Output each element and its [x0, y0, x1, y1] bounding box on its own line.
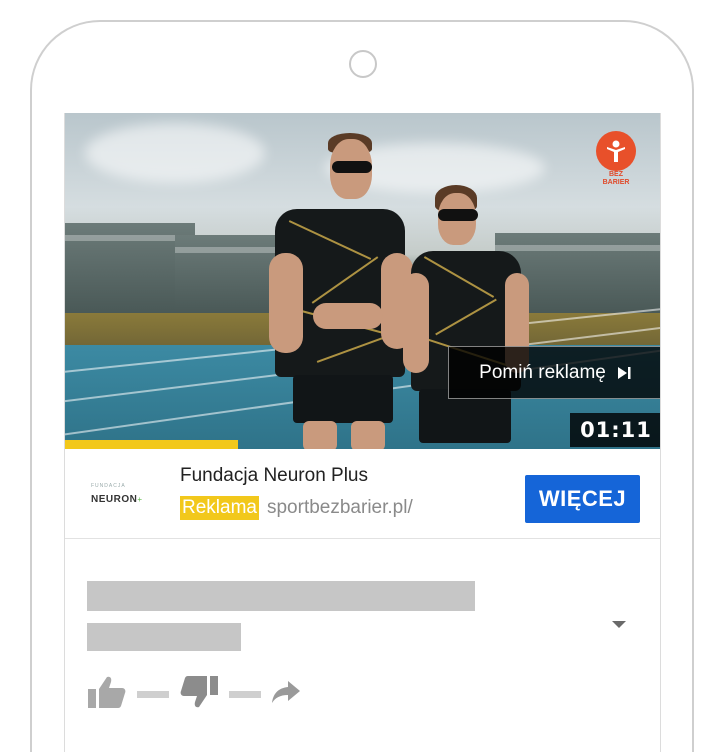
arm — [269, 253, 303, 353]
advertiser-logo-name: NEURON — [91, 494, 138, 505]
ad-badge: Reklama — [180, 496, 259, 520]
title-placeholder — [87, 581, 475, 611]
phone-screen: BEZ BARIER Pomiń reklamę 01:11 FUNDACJA … — [64, 113, 661, 752]
stadium-stand — [175, 235, 275, 313]
hands — [313, 303, 383, 329]
thumbs-down-icon[interactable] — [179, 675, 219, 714]
action-row — [87, 675, 301, 714]
chevron-down-icon[interactable] — [611, 617, 627, 635]
advertiser-name[interactable]: Fundacja Neuron Plus — [180, 465, 368, 487]
channel-logo: BEZ BARIER — [592, 131, 640, 195]
video-player[interactable]: BEZ BARIER Pomiń reklamę 01:11 — [65, 113, 660, 449]
ad-info-bar: FUNDACJA NEURON+ Fundacja Neuron Plus Re… — [65, 449, 660, 539]
skip-ad-label: Pomiń reklamę — [479, 361, 606, 383]
sunglasses — [438, 209, 478, 221]
skip-icon — [616, 365, 632, 381]
advertiser-logo-small: FUNDACJA — [91, 483, 126, 489]
like-count-placeholder — [137, 691, 169, 698]
dislike-count-placeholder — [229, 691, 261, 698]
shorts — [293, 375, 393, 423]
share-icon[interactable] — [271, 680, 301, 709]
arm — [403, 273, 429, 373]
person-logo-icon — [596, 131, 636, 171]
advertiser-logo[interactable]: FUNDACJA NEURON+ — [91, 483, 157, 507]
thumbs-up-icon[interactable] — [87, 675, 127, 714]
camera-icon — [349, 50, 377, 78]
sky-cloud — [85, 123, 265, 183]
skip-ad-button[interactable]: Pomiń reklamę — [448, 346, 660, 399]
ad-label-line: Reklama sportbezbarier.pl/ — [180, 496, 413, 520]
advertiser-logo-plus: + — [137, 495, 143, 504]
sunglasses — [332, 161, 372, 173]
video-meta-skeleton — [65, 539, 660, 752]
ad-url[interactable]: sportbezbarier.pl/ — [267, 497, 413, 519]
channel-logo-line2: BARIER — [602, 179, 630, 186]
more-button[interactable]: WIĘCEJ — [525, 475, 640, 523]
subtitle-placeholder — [87, 623, 241, 651]
ad-progress-fill — [65, 440, 239, 449]
channel-logo-line1: BEZ — [609, 171, 623, 178]
ad-progress-bar[interactable] — [65, 440, 660, 449]
